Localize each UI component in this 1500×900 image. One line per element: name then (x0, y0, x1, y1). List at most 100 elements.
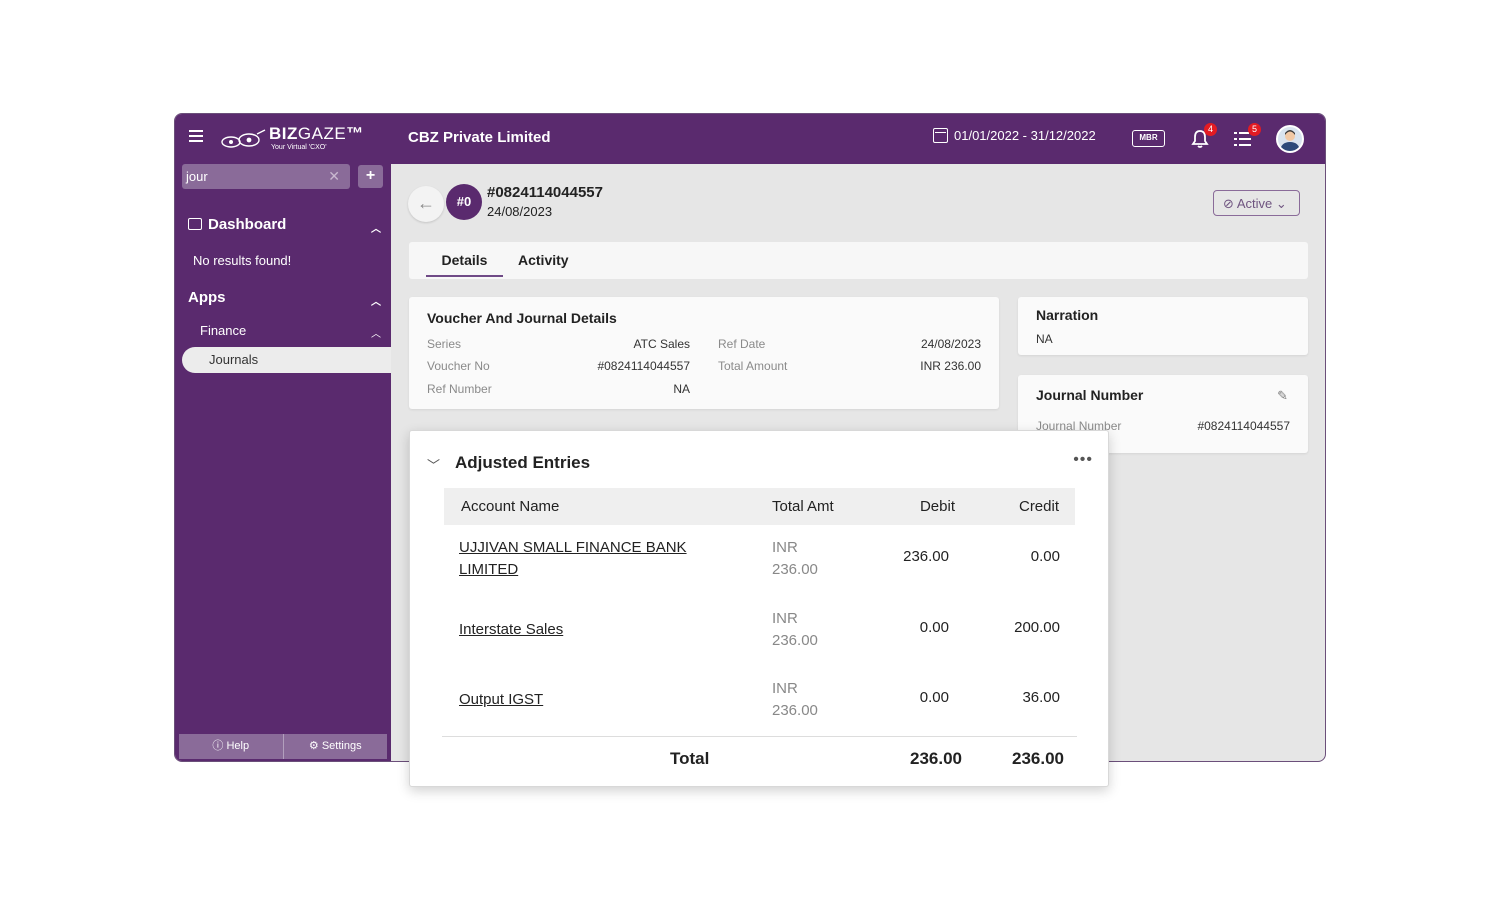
calendar-icon (933, 128, 948, 143)
adjusted-entries-panel: ﹀ Adjusted Entries ••• Account Name Tota… (409, 430, 1109, 787)
more-options-icon[interactable]: ••• (1073, 451, 1093, 469)
logo-tagline: Your Virtual 'CXO' (271, 144, 327, 151)
menu-icon[interactable] (189, 130, 203, 144)
voucher-badge: #0 (446, 184, 482, 220)
sidebar-section-dashboard[interactable]: Dashboard ︿ (188, 216, 381, 235)
account-link[interactable]: Interstate Sales (459, 619, 719, 641)
table-row: UJJIVAN SMALL FINANCE BANK LIMITED INR 2… (444, 537, 1075, 597)
total-amt-cell: INR 236.00 (772, 678, 842, 722)
status-label: Active (1236, 196, 1273, 211)
currency: INR (772, 539, 798, 556)
voucher-number: #0824114044557 (487, 184, 603, 201)
debit-cell: 0.00 (919, 689, 949, 706)
debit-cell: 0.00 (919, 619, 949, 636)
finance-label: Finance (200, 323, 247, 338)
card-title: Voucher And Journal Details (427, 310, 617, 326)
help-icon: ⓘ (212, 740, 224, 752)
back-button[interactable]: ← (408, 186, 444, 222)
date-range-text: 01/01/2022 - 31/12/2022 (954, 128, 1096, 143)
no-results-text: No results found! (193, 253, 292, 268)
settings-button[interactable]: ⚙ Settings (282, 734, 388, 759)
ref-number-label: Ref Number (427, 382, 492, 396)
credit-cell: 36.00 (1022, 689, 1060, 706)
amount: 236.00 (772, 632, 818, 649)
edit-pencil-icon[interactable]: ✎ (1277, 388, 1288, 404)
amount: 236.00 (772, 702, 818, 719)
notification-count-badge: 4 (1204, 123, 1217, 136)
company-name[interactable]: CBZ Private Limited (408, 129, 551, 146)
narration-value: NA (1036, 332, 1053, 346)
adjusted-entries-title: Adjusted Entries (455, 453, 591, 472)
logo-wordmark: BIZGAZE™ (269, 124, 364, 143)
dashboard-icon (188, 218, 202, 230)
table-row: Interstate Sales INR 236.00 0.00 200.00 (444, 608, 1075, 668)
tab-details[interactable]: Details (426, 252, 503, 277)
check-circle-icon: ⊘ (1223, 196, 1234, 211)
chevron-up-icon[interactable]: ︿ (371, 293, 381, 308)
credit-cell: 200.00 (1014, 619, 1060, 636)
column-credit: Credit (1018, 498, 1059, 515)
arrow-left-icon: ← (417, 193, 435, 213)
table-row: Output IGST INR 236.00 0.00 36.00 (444, 678, 1075, 738)
column-total-amt: Total Amt (772, 498, 834, 515)
clear-icon[interactable]: ✕ (328, 168, 340, 185)
tab-bar: Details Activity (409, 242, 1308, 279)
total-label: Total (670, 749, 710, 768)
chevron-up-icon[interactable]: ︿ (371, 220, 381, 235)
narration-card: Narration NA (1018, 297, 1308, 355)
chevron-up-icon[interactable]: ︿ (371, 325, 381, 340)
bizgaze-logo[interactable]: BIZGAZE™ Your Virtual 'CXO' (219, 124, 363, 156)
voucher-no-label: Voucher No (427, 359, 490, 373)
total-amount-label: Total Amount (718, 359, 788, 373)
user-avatar[interactable] (1276, 125, 1304, 153)
chevron-down-icon: ⌄ (1275, 196, 1287, 211)
total-debit: 236.00 (910, 749, 962, 768)
ref-number-value: NA (673, 382, 690, 396)
sidebar-section-apps[interactable]: Apps ︿ (188, 289, 381, 308)
total-divider (442, 736, 1077, 737)
currency: INR (772, 610, 798, 627)
mbr-button[interactable]: MBR (1132, 130, 1165, 147)
column-account-name: Account Name (461, 498, 560, 515)
journal-number-value: #0824114044557 (1197, 419, 1290, 433)
total-credit: 236.00 (1012, 749, 1064, 768)
column-debit: Debit (919, 498, 955, 515)
total-amount-value: INR 236.00 (920, 359, 981, 373)
status-dropdown[interactable]: ⊘ Active ⌄ (1213, 190, 1300, 216)
sidebar-search-input[interactable]: jour ✕ (182, 164, 350, 189)
total-amt-cell: INR 236.00 (772, 537, 842, 581)
debit-cell: 236.00 (903, 548, 949, 565)
notifications-button[interactable]: 4 (1191, 123, 1217, 149)
help-button[interactable]: ⓘ Help (179, 734, 283, 759)
dashboard-label: Dashboard (208, 216, 287, 233)
chevron-down-icon[interactable]: ﹀ (427, 455, 440, 474)
journal-number-title: Journal Number (1036, 387, 1144, 403)
sidebar-item-journals[interactable]: Journals (182, 347, 391, 373)
add-button[interactable]: + (358, 165, 383, 188)
top-bar: BIZGAZE™ Your Virtual 'CXO' CBZ Private … (175, 114, 1325, 164)
voucher-details-card: Voucher And Journal Details Series ATC S… (409, 297, 999, 409)
date-range-picker[interactable]: 01/01/2022 - 31/12/2022 (933, 128, 1096, 143)
ref-date-value: 24/08/2023 (920, 337, 981, 351)
help-label: Help (226, 740, 250, 752)
tasks-button[interactable]: 5 (1233, 123, 1261, 149)
voucher-date: 24/08/2023 (487, 204, 553, 219)
tab-activity[interactable]: Activity (518, 252, 569, 268)
narration-title: Narration (1036, 307, 1099, 323)
series-value: ATC Sales (633, 337, 690, 351)
settings-label: Settings (321, 740, 362, 752)
tasks-count-badge: 5 (1248, 123, 1261, 136)
apps-label: Apps (188, 289, 226, 306)
sidebar-item-finance[interactable]: Finance ︿ (200, 323, 381, 340)
account-link[interactable]: UJJIVAN SMALL FINANCE BANK LIMITED (459, 537, 719, 581)
ref-date-label: Ref Date (718, 337, 766, 351)
search-value: jour (186, 169, 208, 184)
series-label: Series (427, 337, 462, 351)
gear-icon: ⚙ (308, 740, 319, 752)
voucher-no-value: #0824114044557 (597, 359, 690, 373)
amount: 236.00 (772, 561, 818, 578)
sidebar-footer: ⓘ Help ⚙ Settings (179, 734, 387, 759)
sidebar: jour ✕ + Dashboard ︿ No results found! A… (175, 164, 391, 761)
account-link[interactable]: Output IGST (459, 689, 719, 711)
credit-cell: 0.00 (1030, 548, 1060, 565)
